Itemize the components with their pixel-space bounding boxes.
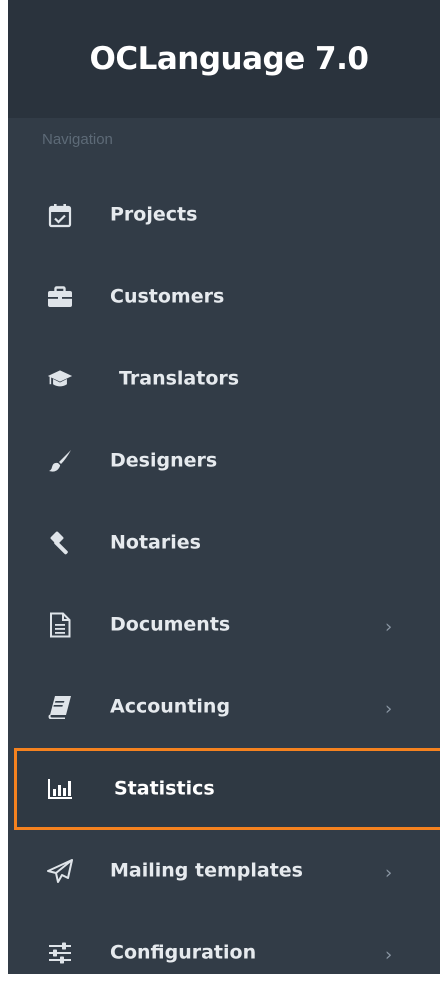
sidebar-item-label: Configuration (110, 941, 257, 964)
navigation-section-label: Navigation (42, 131, 113, 148)
sidebar-item-documents[interactable]: Documents › (8, 584, 440, 666)
book-icon (47, 694, 73, 720)
sidebar-item-label: Statistics (114, 777, 215, 800)
sidebar-item-projects[interactable]: Projects (8, 174, 440, 256)
bar-chart-icon (47, 776, 73, 802)
sidebar-item-accounting[interactable]: Accounting › (8, 666, 440, 748)
sidebar: OCLanguage 7.0 Navigation Projects Custo… (8, 0, 440, 974)
sidebar-item-label: Mailing templates (110, 859, 303, 882)
sidebar-item-label: Documents (110, 613, 231, 636)
sidebar-item-mailing-templates[interactable]: Mailing templates › (8, 830, 440, 912)
sidebar-item-label: Notaries (110, 531, 201, 554)
briefcase-icon (47, 284, 73, 310)
sidebar-item-notaries[interactable]: Notaries (8, 502, 440, 584)
graduation-cap-icon (47, 366, 73, 392)
sidebar-item-translators[interactable]: Translators (8, 338, 440, 420)
calendar-check-icon (47, 202, 73, 228)
sidebar-item-label: Translators (119, 367, 240, 390)
sidebar-item-label: Projects (110, 203, 198, 226)
sidebar-item-statistics[interactable]: Statistics (14, 748, 440, 830)
sidebar-item-label: Designers (110, 449, 218, 472)
sidebar-item-label: Customers (110, 285, 225, 308)
sidebar-item-customers[interactable]: Customers (8, 256, 440, 338)
chevron-right-icon: › (385, 616, 393, 638)
gavel-icon (47, 530, 73, 556)
chevron-right-icon: › (385, 862, 393, 884)
chevron-right-icon: › (385, 698, 393, 720)
brand-header[interactable]: OCLanguage 7.0 (8, 0, 440, 118)
paint-brush-icon (47, 448, 73, 474)
chevron-right-icon: › (385, 944, 393, 966)
navigation-menu: Projects Customers Translators Designers… (8, 174, 440, 994)
app-title: OCLanguage 7.0 (89, 41, 369, 77)
document-icon (47, 612, 73, 638)
sidebar-item-label: Accounting (110, 695, 231, 718)
sidebar-item-configuration[interactable]: Configuration › (8, 912, 440, 994)
sidebar-item-designers[interactable]: Designers (8, 420, 440, 502)
sliders-icon (47, 940, 73, 966)
paper-plane-icon (47, 858, 73, 884)
